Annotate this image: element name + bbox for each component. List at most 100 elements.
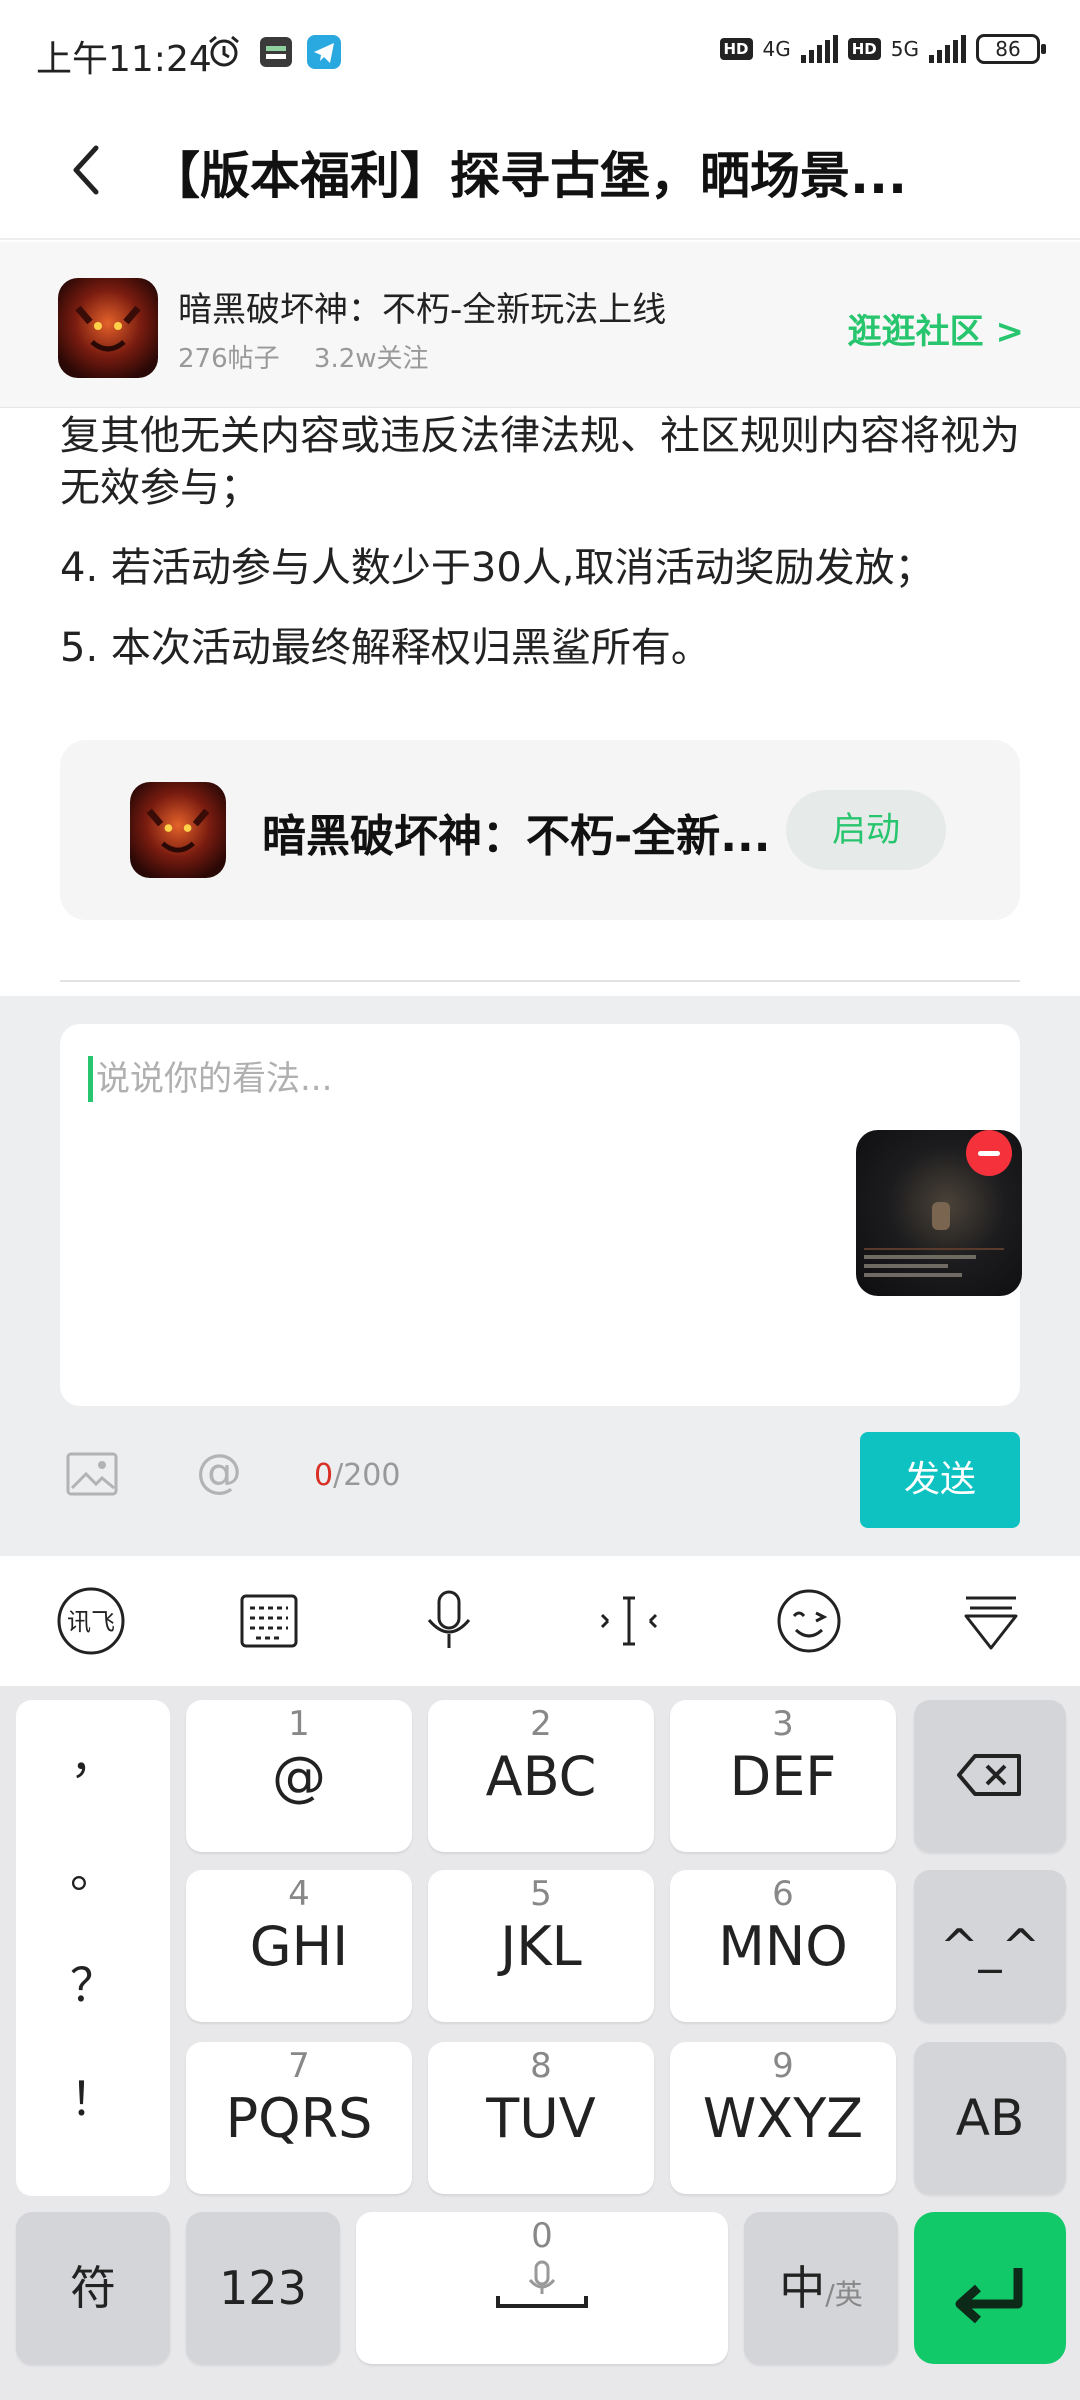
key-digit: 8	[530, 2046, 552, 2086]
key-label: ABC	[485, 1745, 597, 1808]
key-digit: 5	[530, 1874, 552, 1914]
key-8[interactable]: 8 TUV	[428, 2042, 654, 2194]
punct-key[interactable]: ！	[16, 2042, 170, 2156]
emoticon-key[interactable]: ^_^	[914, 1870, 1066, 2022]
text-cursor	[88, 1056, 93, 1102]
key-digit: 1	[288, 1704, 310, 1744]
backspace-icon	[957, 1754, 1021, 1796]
key-label: JKL	[500, 1915, 582, 1978]
signal-icon	[800, 35, 838, 63]
key-label: MNO	[718, 1915, 848, 1978]
punct-key[interactable]: 。	[16, 1814, 170, 1928]
key-digit: 6	[772, 1874, 794, 1914]
punct-key[interactable]: ，	[16, 1700, 170, 1814]
game-logo-icon	[58, 278, 158, 378]
key-label: WXYZ	[702, 2087, 864, 2150]
space-key[interactable]: 0	[356, 2212, 728, 2364]
network-5g-label: 5G	[890, 37, 919, 61]
image-icon[interactable]	[66, 1452, 118, 1496]
alarm-icon	[209, 35, 239, 67]
keyboard: ， 。 ？ ！ 1 @ 2 ABC 3 DEF 4 GHI 5 JKL 6 MNO ^_^ …	[0, 1686, 1080, 2400]
divider	[60, 980, 1020, 982]
hd-badge: HD	[719, 38, 753, 60]
launch-button[interactable]: 启动	[786, 790, 946, 870]
ime-logo-icon[interactable]: 讯飞	[56, 1586, 126, 1656]
key-1[interactable]: 1 @	[186, 1700, 412, 1852]
char-count-current: 0	[314, 1458, 334, 1493]
numbers-key[interactable]: 123	[186, 2212, 340, 2364]
network-4g-label: 4G	[762, 37, 791, 61]
game-card-name: 暗黑破坏神：不朽-全新...	[262, 811, 771, 862]
back-arrow-icon[interactable]	[64, 142, 112, 198]
key-4[interactable]: 4 GHI	[186, 1870, 412, 2022]
battery-icon: 86	[976, 34, 1046, 64]
post-line: 复其他无关内容或违反法律法规、社区规则内容将视为无效参与；	[60, 413, 1020, 511]
punct-key[interactable]: ？	[16, 1928, 170, 2042]
post-count: 276帖子	[178, 344, 280, 374]
game-card[interactable]: 暗黑破坏神：不朽-全新... 启动	[60, 740, 1020, 920]
text-cursor-move-icon[interactable]	[594, 1586, 664, 1656]
community-bar[interactable]: 暗黑破坏神：不朽-全新玩法上线 276帖子 3.2w关注 逛逛社区 >	[0, 242, 1080, 408]
signal-icon-2	[929, 35, 966, 63]
comment-panel: @ 0/200 发送	[0, 996, 1080, 1556]
svg-text:讯飞: 讯飞	[67, 1608, 115, 1636]
status-time: 上午11:24	[36, 39, 212, 80]
lang-alt-label: /英	[825, 2278, 863, 2311]
remove-image-icon[interactable]	[966, 1130, 1012, 1176]
post-line: 4. 若活动参与人数少于30人,取消活动奖励发放；	[60, 545, 935, 591]
comment-input[interactable]	[96, 1054, 856, 1104]
key-5[interactable]: 5 JKL	[428, 1870, 654, 2022]
key-2[interactable]: 2 ABC	[428, 1700, 654, 1852]
status-bar: 上午11:24 HD 4G HD 5G 86	[0, 0, 1080, 100]
emoji-icon[interactable]	[774, 1586, 844, 1656]
key-label: @	[272, 1745, 326, 1808]
backspace-key[interactable]	[914, 1700, 1066, 1852]
community-name: 暗黑破坏神：不朽-全新玩法上线	[178, 290, 667, 330]
key-3[interactable]: 3 DEF	[670, 1700, 896, 1852]
key-label: PQRS	[225, 2087, 373, 2150]
punctuation-column[interactable]: ， 。 ？ ！	[16, 1700, 170, 2196]
send-button[interactable]: 发送	[860, 1432, 1020, 1528]
app-notification-icon	[260, 37, 292, 67]
comment-box[interactable]	[60, 1024, 1022, 1406]
key-digit: 3	[772, 1704, 794, 1744]
key-digit: 2	[530, 1704, 552, 1744]
page-title: 【版本福利】探寻古堡，晒场景...	[150, 147, 907, 205]
key-label: AB	[955, 2089, 1025, 2147]
key-digit: 7	[288, 2046, 310, 2086]
voice-space-icon	[496, 2260, 588, 2308]
microphone-icon[interactable]	[414, 1586, 484, 1656]
char-count-max: /200	[333, 1458, 401, 1493]
key-9[interactable]: 9 WXYZ	[670, 2042, 896, 2194]
battery-level: 86	[995, 37, 1021, 61]
title-bar: 【版本福利】探寻古堡，晒场景...	[0, 100, 1080, 240]
key-label: ^_^	[939, 1919, 1041, 1973]
enter-icon	[955, 2268, 1023, 2324]
key-label: 符	[70, 2261, 116, 2315]
symbols-key[interactable]: 符	[16, 2212, 170, 2364]
char-counter: 0/200	[314, 1458, 400, 1493]
language-toggle-key[interactable]: 中/英	[744, 2212, 898, 2364]
keyboard-layout-icon[interactable]	[234, 1586, 304, 1656]
collapse-keyboard-icon[interactable]	[956, 1586, 1026, 1656]
game-card-logo-icon	[130, 782, 226, 878]
enter-key[interactable]	[914, 2212, 1066, 2364]
post-line: 5. 本次活动最终解释权归黑鲨所有。	[60, 625, 711, 671]
ab-key[interactable]: AB	[914, 2042, 1066, 2194]
key-digit: 9	[772, 2046, 794, 2086]
telegram-icon	[307, 35, 341, 69]
key-label: DEF	[729, 1745, 837, 1808]
key-7[interactable]: 7 PQRS	[186, 2042, 412, 2194]
community-stats: 276帖子 3.2w关注	[178, 338, 455, 375]
hd-badge-2: HD	[847, 38, 881, 60]
key-label: GHI	[249, 1915, 349, 1978]
mention-icon[interactable]: @	[196, 1444, 242, 1498]
key-6[interactable]: 6 MNO	[670, 1870, 896, 2022]
post-content: 复其他无关内容或违反法律法规、社区规则内容将视为无效参与； 4. 若活动参与人数…	[60, 410, 1020, 702]
browse-community-link[interactable]: 逛逛社区 >	[848, 304, 1024, 353]
status-indicators: HD 4G HD 5G 86	[719, 34, 1046, 64]
key-digit: 0	[531, 2216, 553, 2256]
lang-main-label: 中	[779, 2261, 826, 2315]
key-label: TUV	[486, 2087, 596, 2150]
follower-count: 3.2w关注	[313, 344, 429, 374]
